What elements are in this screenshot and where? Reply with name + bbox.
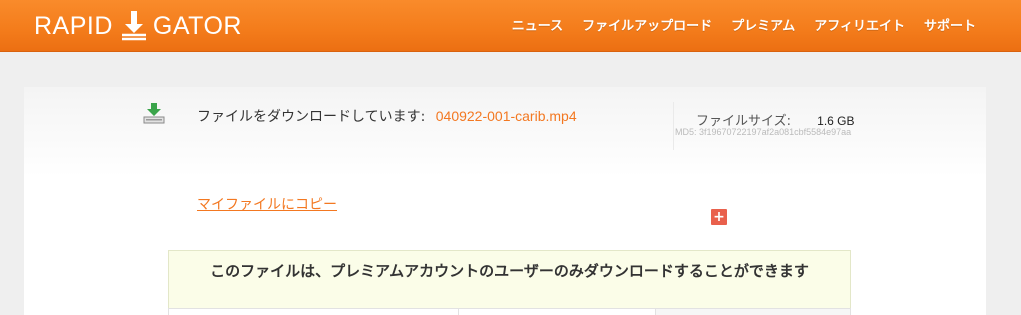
nav-affiliate[interactable]: アフィリエイト: [814, 15, 905, 34]
nav-premium[interactable]: プレミアム: [731, 15, 795, 34]
plan-table-top: [168, 308, 851, 315]
file-size-value: 1.6 GB: [817, 114, 855, 128]
nav-support[interactable]: サポート: [924, 15, 976, 34]
file-name: 040922-001-carib.mp4: [435, 108, 577, 124]
plus-icon[interactable]: +: [711, 209, 727, 225]
logo-text-left: RAPID: [34, 11, 113, 40]
file-size-box: ファイルサイズ: 1.6 GB MD5: 3f19670722197af2a08…: [673, 102, 869, 150]
plan-table-cell: [459, 308, 655, 315]
nav-file-upload[interactable]: ファイルアップロード: [582, 15, 712, 34]
nav-news[interactable]: ニュース: [512, 15, 563, 34]
notice-text: このファイルは、プレミアムアカウントのユーザーのみダウンロードすることができます: [210, 262, 809, 280]
premium-only-notice: このファイルは、プレミアムアカウントのユーザーのみダウンロードすることができます: [168, 250, 851, 310]
main-nav: ニュース ファイルアップロード プレミアム アフィリエイト サポート: [493, 15, 976, 34]
logo-text-right: GATOR: [152, 11, 242, 40]
download-arrow-icon: [121, 11, 146, 41]
download-label: ファイルをダウンロードしています:: [197, 109, 426, 125]
download-tray-icon: [143, 103, 165, 124]
plan-table-cell: [655, 308, 851, 315]
md5-hash: MD5: 3f19670722197af2a081cbf5584e97aa: [675, 127, 852, 137]
plan-table-cell: [168, 308, 459, 315]
download-info: ファイルをダウンロードしています: 040922-001-carib.mp4: [197, 106, 577, 126]
copy-to-my-files-link[interactable]: マイファイルにコピー: [197, 194, 337, 214]
header-bar: RAPID GATOR ニュース ファイルアップロード プレミアム アフィリエイ…: [0, 0, 1021, 52]
logo[interactable]: RAPID GATOR: [34, 8, 242, 44]
